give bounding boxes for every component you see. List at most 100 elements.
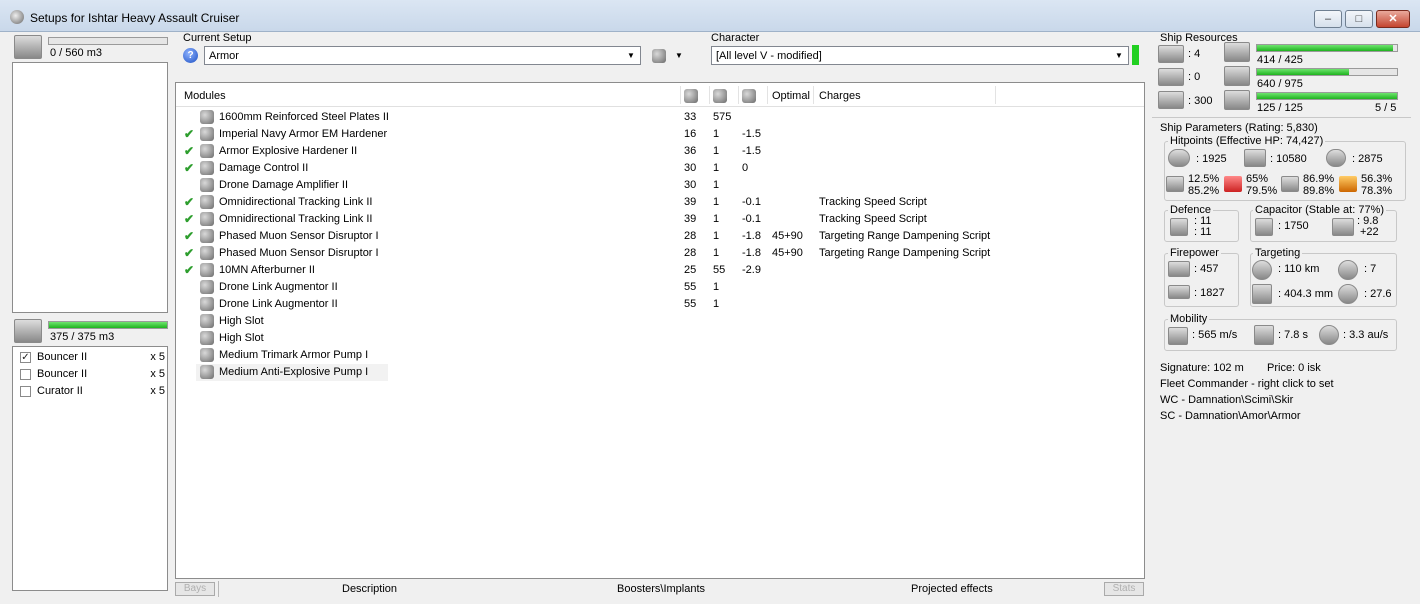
module-row[interactable]: High Slot bbox=[176, 330, 1144, 347]
grid-header bbox=[176, 83, 1144, 107]
drone-qty: x 5 bbox=[150, 368, 165, 380]
column-divider bbox=[813, 86, 814, 104]
maximize-button[interactable]: □ bbox=[1345, 10, 1373, 28]
module-charges: Tracking Speed Script bbox=[819, 213, 927, 225]
capacitor-amount: : 1750 bbox=[1278, 220, 1309, 232]
stats-button[interactable]: Stats bbox=[1104, 582, 1144, 596]
module-name: Drone Damage Amplifier II bbox=[219, 179, 348, 191]
module-capacitor: -1.8 bbox=[742, 230, 761, 242]
module-powergrid: 55 bbox=[713, 264, 726, 276]
module-row[interactable]: ✔ Phased Muon Sensor Disruptor I 28 1 -1.8 45… bbox=[176, 228, 1144, 245]
shield-boost-icon bbox=[1170, 218, 1188, 236]
chevron-down-icon: ▼ bbox=[627, 51, 635, 60]
drone-item[interactable]: Curator II x 5 bbox=[17, 383, 169, 400]
module-capacitor: 0 bbox=[742, 162, 749, 174]
module-row[interactable]: Medium Anti-Explosive Pump I bbox=[196, 364, 388, 381]
drone-item[interactable]: Bouncer II x 5 bbox=[17, 366, 169, 383]
module-icon bbox=[200, 110, 214, 124]
close-button[interactable]: ✕ bbox=[1376, 10, 1410, 28]
drone-list[interactable]: ✓ Bouncer II x 5 Bouncer II x 5 Curator … bbox=[12, 346, 168, 591]
cpu-icon[interactable] bbox=[684, 89, 698, 103]
targeting-range: : 110 km bbox=[1278, 263, 1320, 275]
module-row[interactable]: Drone Damage Amplifier II 30 1 bbox=[176, 177, 1144, 194]
cargo-list[interactable] bbox=[12, 62, 168, 313]
module-optimal: 45+90 bbox=[772, 247, 803, 259]
ship-menu-icon[interactable] bbox=[652, 49, 670, 63]
drone-bandwidth-icon bbox=[1224, 90, 1250, 110]
warp-speed-icon bbox=[1319, 325, 1339, 345]
module-powergrid: 1 bbox=[713, 145, 720, 157]
module-row[interactable]: 1600mm Reinforced Steel Plates II 33 575 bbox=[176, 109, 1144, 126]
module-icon bbox=[200, 280, 214, 294]
title-bar[interactable]: Setups for Ishtar Heavy Assault Cruiser … bbox=[0, 0, 1420, 32]
bays-button[interactable]: Bays bbox=[175, 582, 215, 596]
fleet-commander-text[interactable]: Fleet Commander - right click to set bbox=[1160, 378, 1334, 390]
module-row[interactable]: High Slot bbox=[176, 313, 1144, 330]
projected-effects-tab[interactable]: Projected effects bbox=[911, 583, 993, 595]
thermal-resist-shield: 65% bbox=[1246, 173, 1269, 185]
drone-checkbox[interactable]: ✓ bbox=[20, 352, 31, 363]
module-name: Armor Explosive Hardener II bbox=[219, 145, 358, 157]
module-row[interactable]: Drone Link Augmentor II 55 1 bbox=[176, 279, 1144, 296]
minimize-button[interactable]: – bbox=[1314, 10, 1342, 28]
cpu-bar-fill bbox=[1257, 45, 1394, 51]
module-row[interactable]: ✔ Omnidirectional Tracking Link II 39 1 -0.1… bbox=[176, 211, 1144, 228]
chevron-down-icon[interactable]: ▼ bbox=[675, 51, 683, 60]
capacitor-icon[interactable] bbox=[742, 89, 756, 103]
drone-bay-icon bbox=[14, 319, 42, 343]
module-row[interactable]: ✔ Damage Control II 30 1 0 bbox=[176, 160, 1144, 177]
drone-bandwidth-bar-fill bbox=[1257, 93, 1397, 99]
turret-count: : 4 bbox=[1188, 48, 1201, 60]
character-status-indicator bbox=[1132, 45, 1139, 65]
column-divider bbox=[995, 86, 996, 104]
drone-bandwidth-bar bbox=[1256, 92, 1398, 100]
active-check-icon: ✔ bbox=[184, 263, 195, 277]
active-check-icon: ✔ bbox=[184, 144, 195, 158]
module-row[interactable]: ✔ Imperial Navy Armor EM Hardener 16 1 -1.5 bbox=[176, 126, 1144, 143]
mobility-warp: : 3.3 au/s bbox=[1343, 329, 1389, 341]
module-capacitor: -0.1 bbox=[742, 213, 761, 225]
ship-parameters-title: Ship Parameters (Rating: 5,830) bbox=[1160, 122, 1318, 134]
drone-item[interactable]: ✓ Bouncer II x 5 bbox=[17, 349, 169, 366]
header-modules[interactable]: Modules bbox=[184, 90, 226, 110]
drone-checkbox[interactable] bbox=[20, 386, 31, 397]
modules-grid[interactable]: Modules Optimal Charges 1600mm Reinforce… bbox=[175, 82, 1145, 579]
module-row[interactable]: Drone Link Augmentor II 55 1 bbox=[176, 296, 1144, 313]
description-tab[interactable]: Description bbox=[342, 583, 397, 595]
character-select-value: [All level V - modified] bbox=[716, 50, 822, 62]
module-row[interactable]: ✔ Phased Muon Sensor Disruptor I 28 1 -1.8 45… bbox=[176, 245, 1144, 262]
module-icon bbox=[200, 161, 214, 175]
powergrid-icon[interactable] bbox=[713, 89, 727, 103]
character-select[interactable]: [All level V - modified] ▼ bbox=[711, 46, 1129, 65]
active-check-icon: ✔ bbox=[184, 127, 195, 141]
module-row[interactable]: ✔ Armor Explosive Hardener II 36 1 -1.5 bbox=[176, 143, 1144, 160]
module-cpu: 39 bbox=[684, 213, 697, 225]
explosive-resist-icon bbox=[1339, 176, 1357, 192]
help-icon[interactable]: ? bbox=[183, 48, 198, 63]
header-optimal[interactable]: Optimal bbox=[772, 90, 810, 110]
module-row[interactable]: ✔ 10MN Afterburner II 25 55 -2.9 bbox=[176, 262, 1144, 279]
setup-select[interactable]: Armor ▼ bbox=[204, 46, 641, 65]
setup-select-value: Armor bbox=[209, 50, 239, 62]
header-charges[interactable]: Charges bbox=[819, 90, 861, 110]
kinetic-resist-armor: 89.8% bbox=[1303, 185, 1335, 197]
module-powergrid: 1 bbox=[713, 230, 720, 242]
module-row[interactable]: Medium Trimark Armor Pump I bbox=[176, 347, 1144, 364]
window-title: Setups for Ishtar Heavy Assault Cruiser bbox=[30, 11, 240, 25]
defence-value-2: : 11 bbox=[1194, 226, 1212, 238]
drone-checkbox[interactable] bbox=[20, 369, 31, 380]
module-cpu: 16 bbox=[684, 128, 697, 140]
module-cpu: 55 bbox=[684, 298, 697, 310]
shield-hp: : 1925 bbox=[1196, 153, 1227, 165]
capacitor-value-2: +22 bbox=[1360, 226, 1379, 238]
em-resist-icon bbox=[1166, 176, 1184, 192]
module-cpu: 55 bbox=[684, 281, 697, 293]
module-optimal: 45+90 bbox=[772, 230, 803, 242]
module-row[interactable]: ✔ Omnidirectional Tracking Link II 39 1 -0.1… bbox=[176, 194, 1144, 211]
boosters-implants-tab[interactable]: Boosters\Implants bbox=[617, 583, 705, 595]
module-charges: Targeting Range Dampening Script bbox=[819, 230, 991, 242]
squad-commander-text: SC - Damnation\Amor\Armor bbox=[1160, 410, 1301, 422]
em-resist-shield: 12.5% bbox=[1188, 173, 1220, 185]
cpu-bar bbox=[1256, 44, 1398, 52]
module-name: Omnidirectional Tracking Link II bbox=[219, 213, 373, 225]
